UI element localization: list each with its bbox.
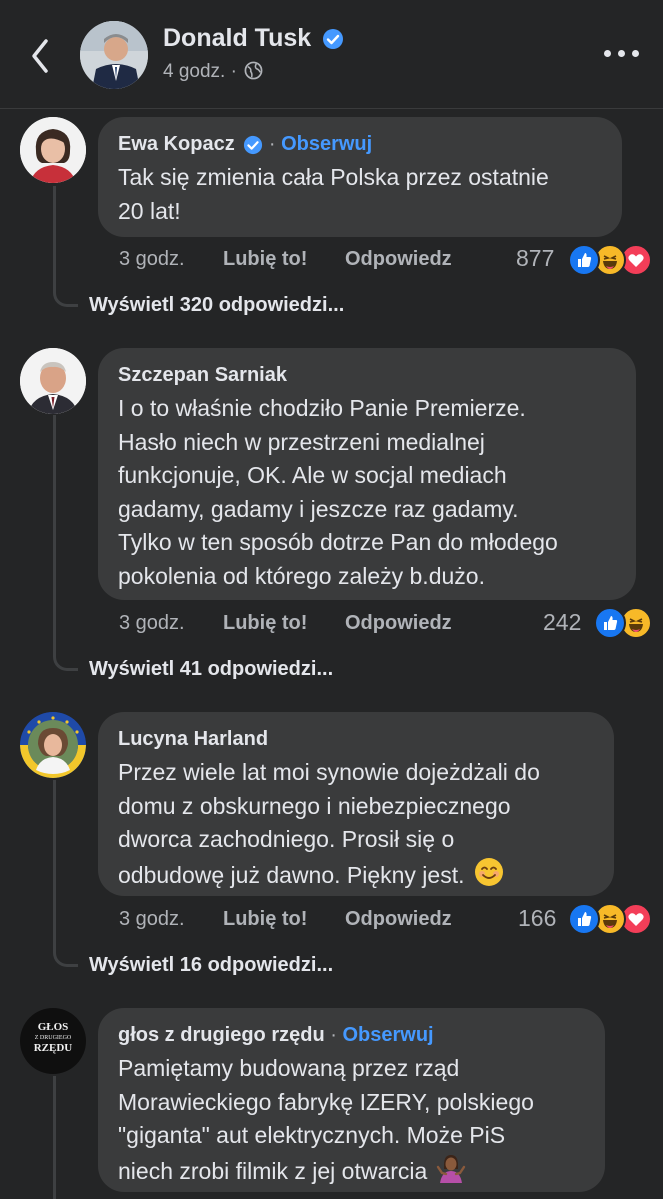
comment-line: gadamy, gadamy i jeszcze raz gadamy. <box>118 495 519 522</box>
reaction-count[interactable]: 242 <box>543 609 581 636</box>
comment-line: "giganta" aut elektrycznych. Może PiS <box>118 1122 506 1148</box>
comment-time: 3 godz. <box>119 248 185 270</box>
avatar-logo-text: GŁOS Z DRUGIEGO RZĘDU <box>20 1022 86 1054</box>
comment-line-text: odbudowę już dawno. Piękny jest. <box>118 861 465 888</box>
view-replies-link[interactable]: Wyświetl 16 odpowiedzi... <box>89 954 333 977</box>
post-header: Donald Tusk 4 godz. · <box>0 0 663 109</box>
commenter-avatar[interactable] <box>20 117 86 183</box>
reaction-count[interactable]: 166 <box>518 905 556 932</box>
thread-curve <box>53 646 78 671</box>
like-reaction-icon <box>594 607 626 639</box>
comment-line: dworca zachodniego. Prosił się o <box>118 826 455 852</box>
reactions[interactable] <box>568 244 652 276</box>
comment-line: pokolenia od którego zależy b.dużo. <box>118 562 485 589</box>
thread-line <box>53 780 56 952</box>
like-button[interactable]: Lubię to! <box>223 248 307 271</box>
comment-line: I o to właśnie chodziło Panie Premierze. <box>118 395 526 421</box>
comment-author[interactable]: Szczepan Sarniak <box>118 364 287 387</box>
commenter-avatar[interactable] <box>20 348 86 414</box>
comment-line: Przez wiele lat moi synowie dojeżdżali d… <box>118 759 540 785</box>
post-author-name[interactable]: Donald Tusk <box>163 24 344 53</box>
follow-button[interactable]: Obserwuj <box>342 1024 433 1046</box>
comment-author-line: Ewa Kopacz · Obserwuj <box>118 133 372 156</box>
thread-line <box>53 186 56 292</box>
like-reaction-icon <box>568 903 600 935</box>
shrug-emoji-icon <box>436 1154 465 1183</box>
follow-button[interactable]: Obserwuj <box>281 133 372 155</box>
comment-text: Przez wiele lat moi synowie dojeżdżali d… <box>118 756 540 892</box>
view-replies-link[interactable]: Wyświetl 320 odpowiedzi... <box>89 294 344 317</box>
avatar-logo-line: GŁOS <box>37 1021 69 1033</box>
comment-line: Pamiętamy budowaną przez rząd <box>118 1055 460 1081</box>
comment-text: Tak się zmienia cała Polska przez ostatn… <box>118 161 549 228</box>
verified-badge-icon <box>244 135 263 154</box>
commenter-avatar[interactable]: GŁOS Z DRUGIEGO RZĘDU <box>20 1008 86 1074</box>
comment-bubble: Lucyna Harland Przez wiele lat moi synow… <box>98 712 614 896</box>
comment-line: Tylko w ten sposób dotrze Pan do młodego <box>118 529 558 555</box>
comment-line: 20 lat! <box>118 197 181 224</box>
meta-separator: · <box>230 61 237 82</box>
globe-icon <box>244 61 263 80</box>
like-button[interactable]: Lubię to! <box>223 908 307 931</box>
back-chevron-icon[interactable] <box>26 36 56 76</box>
more-icon[interactable] <box>604 50 640 62</box>
post-time: 4 godz. <box>163 61 226 82</box>
comment-line: odbudowę już dawno. Piękny jest. <box>118 857 540 893</box>
comment-bubble: Ewa Kopacz · Obserwuj Tak się zmienia ca… <box>98 117 622 237</box>
thread-curve <box>53 942 78 967</box>
reply-button[interactable]: Odpowiedz <box>345 612 452 635</box>
separator: · <box>268 133 276 155</box>
avatar-logo-line: Z DRUGIEGO <box>34 1035 72 1041</box>
verified-badge-icon <box>323 29 344 50</box>
comment-author[interactable]: Lucyna Harland <box>118 728 268 751</box>
comment-line: domu z obskurnego i niebezpiecznego <box>118 792 511 819</box>
reply-button[interactable]: Odpowiedz <box>345 248 452 271</box>
comment-line: Hasło niech w przestrzeni medialnej <box>118 428 485 455</box>
comment-text: I o to właśnie chodziło Panie Premierze.… <box>118 392 558 593</box>
comment-line: funkcjonuje, OK. Ale w socjal mediach <box>118 462 507 488</box>
thread-curve <box>53 282 78 307</box>
commenter-avatar[interactable] <box>20 712 86 778</box>
view-replies-link[interactable]: Wyświetl 41 odpowiedzi... <box>89 658 333 681</box>
comment-bubble: głos z drugiego rzędu · Obserwuj Pamięta… <box>98 1008 605 1192</box>
like-reaction-icon <box>568 244 600 276</box>
author-avatar[interactable] <box>80 21 148 89</box>
reactions[interactable] <box>594 607 654 639</box>
comment-author-line: głos z drugiego rzędu · Obserwuj <box>118 1024 434 1047</box>
comment-author[interactable]: głos z drugiego rzędu <box>118 1024 325 1046</box>
comment-time: 3 godz. <box>119 908 185 930</box>
comment-text: Pamiętamy budowaną przez rząd Morawiecki… <box>118 1052 534 1188</box>
like-button[interactable]: Lubię to! <box>223 612 307 635</box>
thread-line <box>53 415 56 656</box>
thread-line <box>53 1076 56 1199</box>
avatar-logo-line: RZĘDU <box>33 1042 73 1054</box>
separator: · <box>330 1024 337 1046</box>
comment-bubble: Szczepan Sarniak I o to właśnie chodziło… <box>98 348 636 600</box>
reactions[interactable] <box>568 903 652 935</box>
post-meta: 4 godz. · <box>163 61 263 83</box>
comment-line-text: niech zrobi filmik z jej otwarcia <box>118 1157 428 1184</box>
comment-author[interactable]: Ewa Kopacz <box>118 133 235 155</box>
reaction-count[interactable]: 877 <box>516 245 554 272</box>
smile-emoji-icon <box>474 857 503 886</box>
comment-line: niech zrobi filmik z jej otwarcia <box>118 1153 534 1189</box>
comment-line: Morawieckiego fabrykę IZERY, polskiego <box>118 1088 534 1115</box>
reply-button[interactable]: Odpowiedz <box>345 908 452 931</box>
comment-line: Tak się zmienia cała Polska przez ostatn… <box>118 164 549 190</box>
comment-time: 3 godz. <box>119 612 185 634</box>
